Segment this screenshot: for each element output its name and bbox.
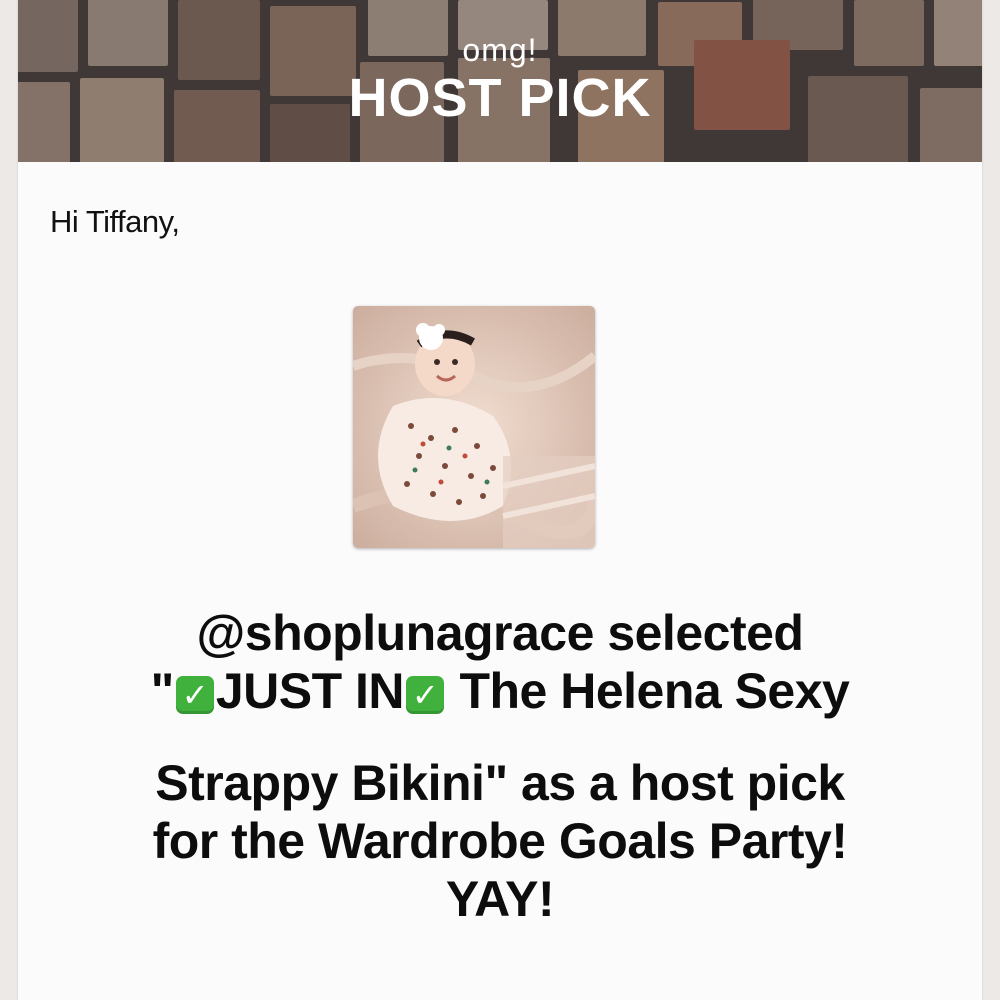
message-line-2: " ✓ JUST IN ✓ The Helena Sexy — [18, 662, 982, 720]
checkmark-icon: ✓ — [406, 676, 445, 714]
notification-card: omg! HOST PICK Hi Tiffany, @shoplunagrac… — [18, 0, 982, 1000]
banner-title: HOST PICK — [348, 68, 652, 128]
message-line-3: Strappy Bikini" as a host pick — [155, 755, 845, 811]
listing-title-start: The Helena Sexy — [446, 663, 850, 719]
host-pick-message: @shoplunagrace selected " ✓ JUST IN ✓ The H… — [18, 604, 982, 928]
checkmark-icon: ✓ — [175, 676, 214, 714]
message-line-5: YAY! — [445, 871, 555, 927]
open-quote: " — [150, 663, 175, 719]
host-pick-banner: omg! HOST PICK — [18, 0, 982, 162]
just-in-label: JUST IN — [215, 663, 405, 719]
banner-kicker: omg! — [462, 32, 538, 68]
baby-photo-image[interactable] — [353, 306, 595, 548]
message-line-1: @shoplunagrace selected — [196, 605, 804, 661]
message-line-4: for the Wardrobe Goals Party! — [152, 813, 848, 869]
banner-heading: omg! HOST PICK — [18, 34, 982, 127]
baby-photo-illustration — [353, 306, 595, 548]
greeting: Hi Tiffany, — [50, 204, 180, 239]
